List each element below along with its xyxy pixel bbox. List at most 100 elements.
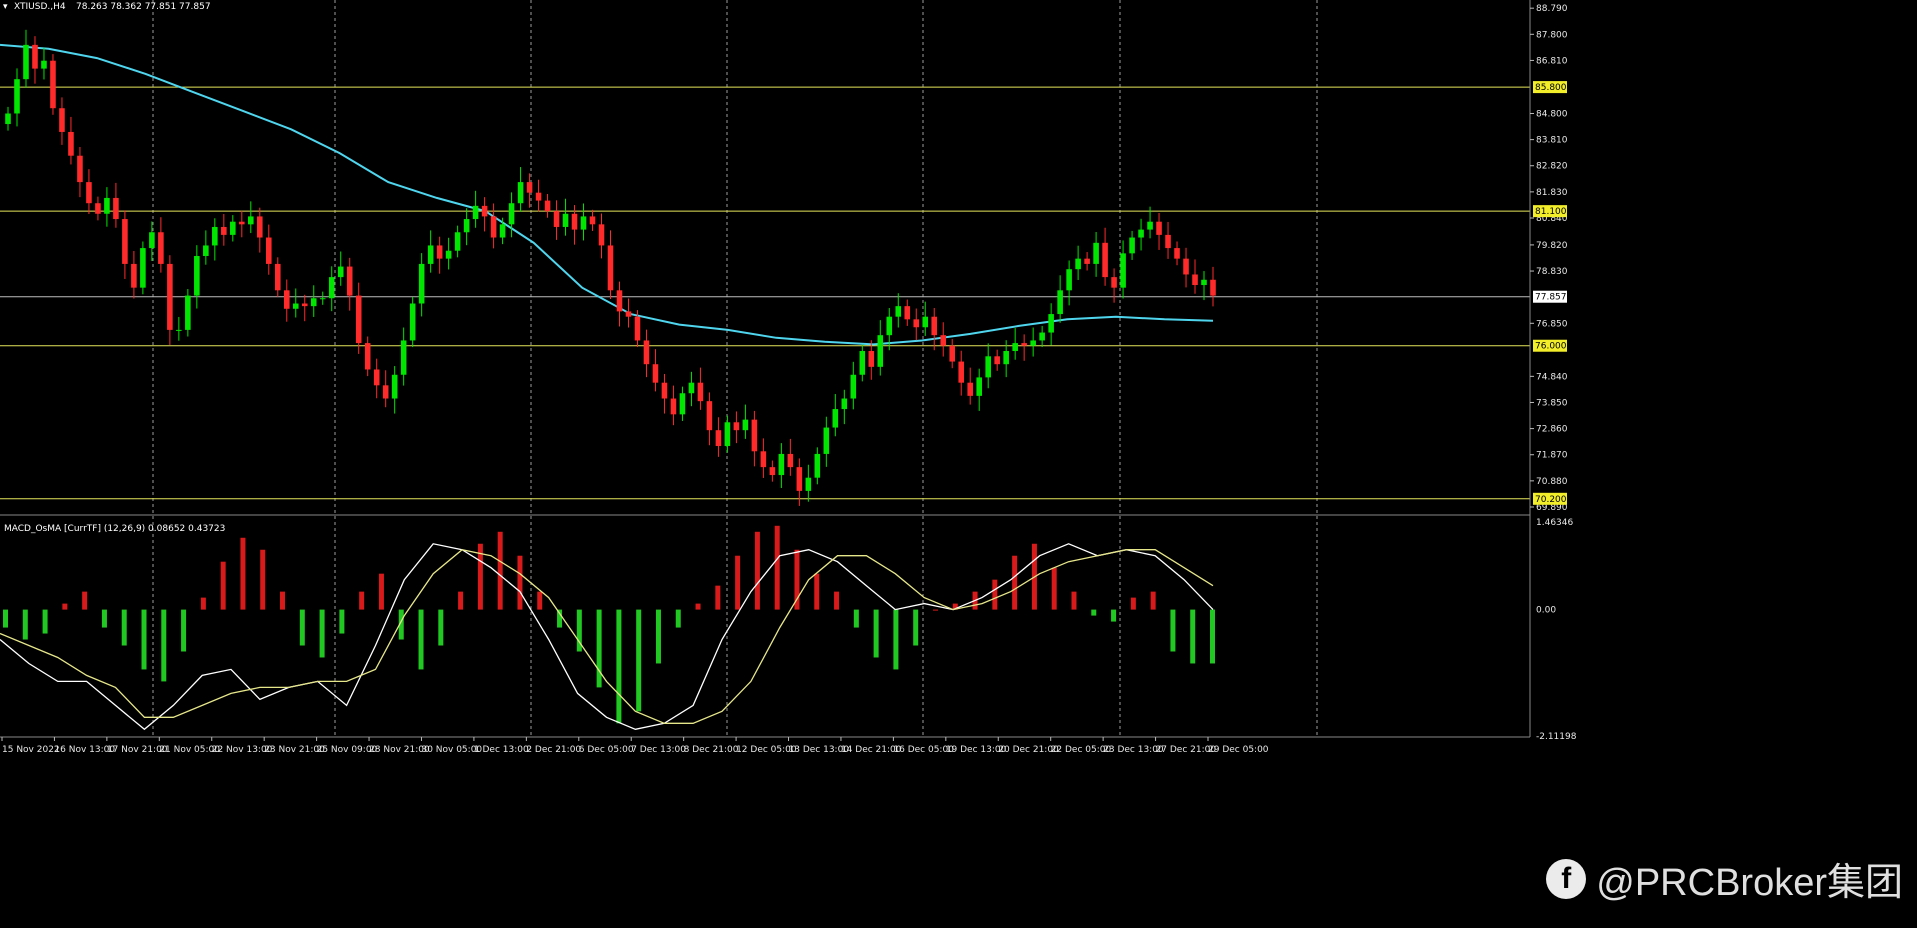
candle-body — [5, 113, 11, 125]
macd-histogram-bar — [616, 609, 622, 724]
candle-body — [841, 398, 848, 410]
macd-histogram-bar — [517, 555, 523, 610]
macd-histogram-bar — [735, 555, 741, 610]
candle-body — [958, 361, 964, 383]
candle-body — [895, 306, 902, 317]
macd-histogram-bar — [794, 549, 800, 610]
axes — [0, 0, 1534, 741]
macd-histogram-bar — [280, 591, 286, 610]
macd-histogram-bar — [992, 579, 998, 610]
macd-histogram-bar — [101, 609, 107, 628]
moving-average — [0, 43, 1214, 346]
candle-body — [1057, 290, 1063, 315]
candle-body — [472, 205, 479, 220]
candle-body — [1210, 279, 1216, 296]
candle-body — [985, 356, 991, 378]
macd-histogram-bar — [636, 609, 642, 712]
candle-body — [176, 329, 182, 331]
level-badge-label: 85.800 — [1535, 83, 1567, 93]
macd-histogram-bar — [913, 609, 919, 646]
macd-histogram-bar — [141, 609, 147, 670]
macd-histogram-bar — [220, 561, 226, 610]
candle-body — [104, 197, 110, 214]
macd-histogram-bar — [1091, 609, 1097, 616]
candle-body — [373, 369, 380, 386]
macd-histogram-bar — [378, 573, 384, 610]
candle-body — [14, 79, 20, 114]
candle-body — [95, 203, 101, 214]
macd-histogram-bar — [774, 525, 780, 610]
candle-body — [940, 335, 947, 346]
macd-histogram-bar — [537, 591, 543, 610]
candle-body — [526, 182, 533, 193]
candle-body — [1084, 258, 1090, 264]
macd-histogram-bar — [1210, 609, 1215, 664]
symbol-icon: ▾ — [3, 2, 8, 12]
candle-body — [77, 155, 83, 183]
macd-histogram-bar — [1130, 597, 1136, 610]
candle-body — [301, 303, 308, 307]
candle-body — [868, 351, 875, 367]
candle-body — [274, 263, 281, 291]
candle-body — [86, 182, 92, 204]
candle-body — [140, 248, 146, 288]
candle-body — [589, 216, 596, 225]
candle-body — [967, 382, 973, 396]
candle-body — [1165, 234, 1171, 249]
ma-line — [0, 43, 1214, 346]
candle-body — [1174, 248, 1180, 259]
level-badge-label: 81.100 — [1535, 207, 1567, 217]
macd-histogram-bar — [319, 609, 325, 658]
indicator-label: MACD_OsMA [CurrTF] (12,26,9) 0.08652 0.4… — [4, 524, 225, 534]
macd-histogram-bar — [1111, 609, 1117, 622]
macd-tick-label: 0.00 — [1536, 606, 1556, 616]
candle-body — [1156, 221, 1162, 235]
candle-body — [931, 316, 938, 336]
candle-body — [23, 44, 29, 80]
price-tick-label: 71.870 — [1536, 451, 1568, 461]
macd-histogram-bar — [42, 609, 48, 634]
macd-histogram-bar — [873, 609, 879, 658]
price-tick-label: 84.800 — [1536, 109, 1568, 119]
price-tick-label: 81.830 — [1536, 188, 1568, 198]
candle-body — [490, 216, 497, 238]
candle-body — [508, 203, 515, 225]
candle-body — [1021, 343, 1027, 346]
chart-symbol: XTIUSD.,H4 — [14, 2, 66, 12]
chart-ohlc: 78.263 78.362 77.851 77.857 — [76, 2, 211, 12]
candle-body — [436, 245, 443, 259]
macd-histogram-bar — [161, 609, 167, 682]
candle-body — [149, 232, 155, 249]
candle-body — [364, 343, 371, 370]
candle-body — [221, 226, 227, 235]
candle-body — [706, 401, 713, 431]
price-tick-label: 78.830 — [1536, 267, 1568, 277]
candle-body — [643, 340, 650, 365]
price-tick-label: 73.850 — [1536, 398, 1568, 408]
candle-body — [1192, 274, 1198, 286]
facebook-icon: f — [1546, 858, 1587, 899]
candle-body — [1129, 237, 1135, 254]
candle-body — [239, 221, 245, 225]
candle-body — [976, 377, 982, 396]
candle-body — [616, 290, 623, 312]
candle-body — [688, 382, 695, 394]
macd-histogram-bar — [339, 609, 345, 634]
candle-body — [823, 427, 830, 454]
time-tick-label: 6 Dec 05:00 — [579, 745, 634, 755]
candle-body — [1066, 269, 1072, 291]
candle-body — [742, 419, 749, 431]
candle-body — [625, 311, 632, 317]
candle-body — [562, 213, 569, 227]
candle-body — [922, 316, 929, 328]
candle-body — [68, 131, 74, 156]
macd-histogram-bar — [497, 531, 503, 610]
candle-body — [230, 221, 236, 235]
price-tick-label: 87.800 — [1536, 30, 1568, 40]
macd-histogram-bar — [359, 591, 365, 610]
candle-body — [517, 182, 524, 204]
time-tick-label: 8 Dec 21:00 — [684, 745, 739, 755]
candle-body — [913, 319, 920, 328]
candle-body — [400, 340, 407, 375]
watermark-text: @PRCBroker集团 — [1596, 862, 1903, 904]
